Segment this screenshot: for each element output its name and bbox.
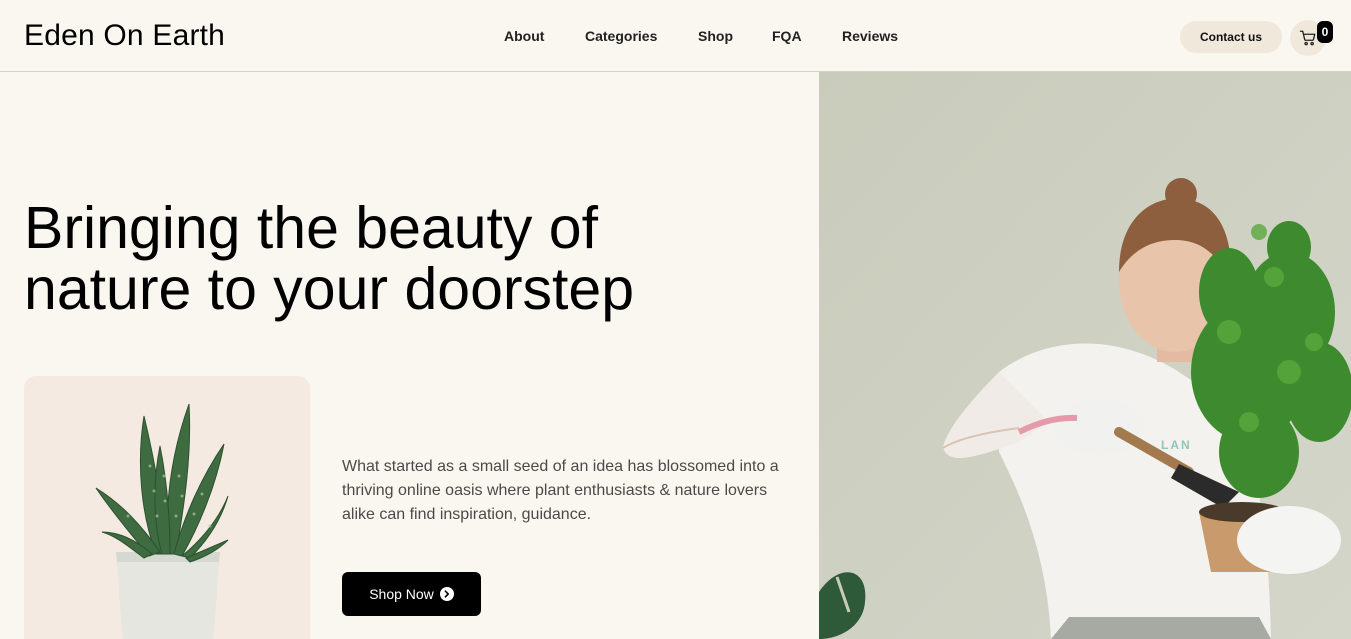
nav-item-fqa[interactable]: FQA bbox=[772, 28, 802, 44]
hero-photo-gardener: LAN bbox=[819, 72, 1351, 639]
nav-item-reviews[interactable]: Reviews bbox=[842, 28, 898, 44]
hero-title-line-2: nature to your doorstep bbox=[24, 256, 635, 322]
site-header: Eden On Earth About Categories Shop FQA … bbox=[0, 0, 1351, 72]
shopping-cart-icon bbox=[1299, 30, 1316, 46]
hero-title-line-1: Bringing the beauty of bbox=[24, 195, 599, 261]
hero-title: Bringing the beauty of nature to your do… bbox=[24, 198, 724, 320]
contact-us-button[interactable]: Contact us bbox=[1180, 21, 1282, 53]
hero-description: What started as a small seed of an idea … bbox=[342, 458, 779, 523]
brand-logo[interactable]: Eden On Earth bbox=[24, 19, 225, 53]
shop-now-label: Shop Now bbox=[369, 586, 434, 602]
plant-image-card bbox=[24, 376, 310, 639]
gardener-photo: LAN bbox=[819, 72, 1351, 639]
cart-count-badge: 0 bbox=[1317, 21, 1333, 43]
nav-item-about[interactable]: About bbox=[504, 28, 544, 44]
chevron-right-circle-icon bbox=[439, 587, 454, 601]
nav-item-categories[interactable]: Categories bbox=[585, 28, 657, 44]
aloe-plant-image bbox=[95, 403, 229, 639]
svg-text:LAN: LAN bbox=[1161, 438, 1192, 452]
nav-item-shop[interactable]: Shop bbox=[698, 28, 733, 44]
shop-now-button[interactable]: Shop Now bbox=[342, 572, 481, 616]
